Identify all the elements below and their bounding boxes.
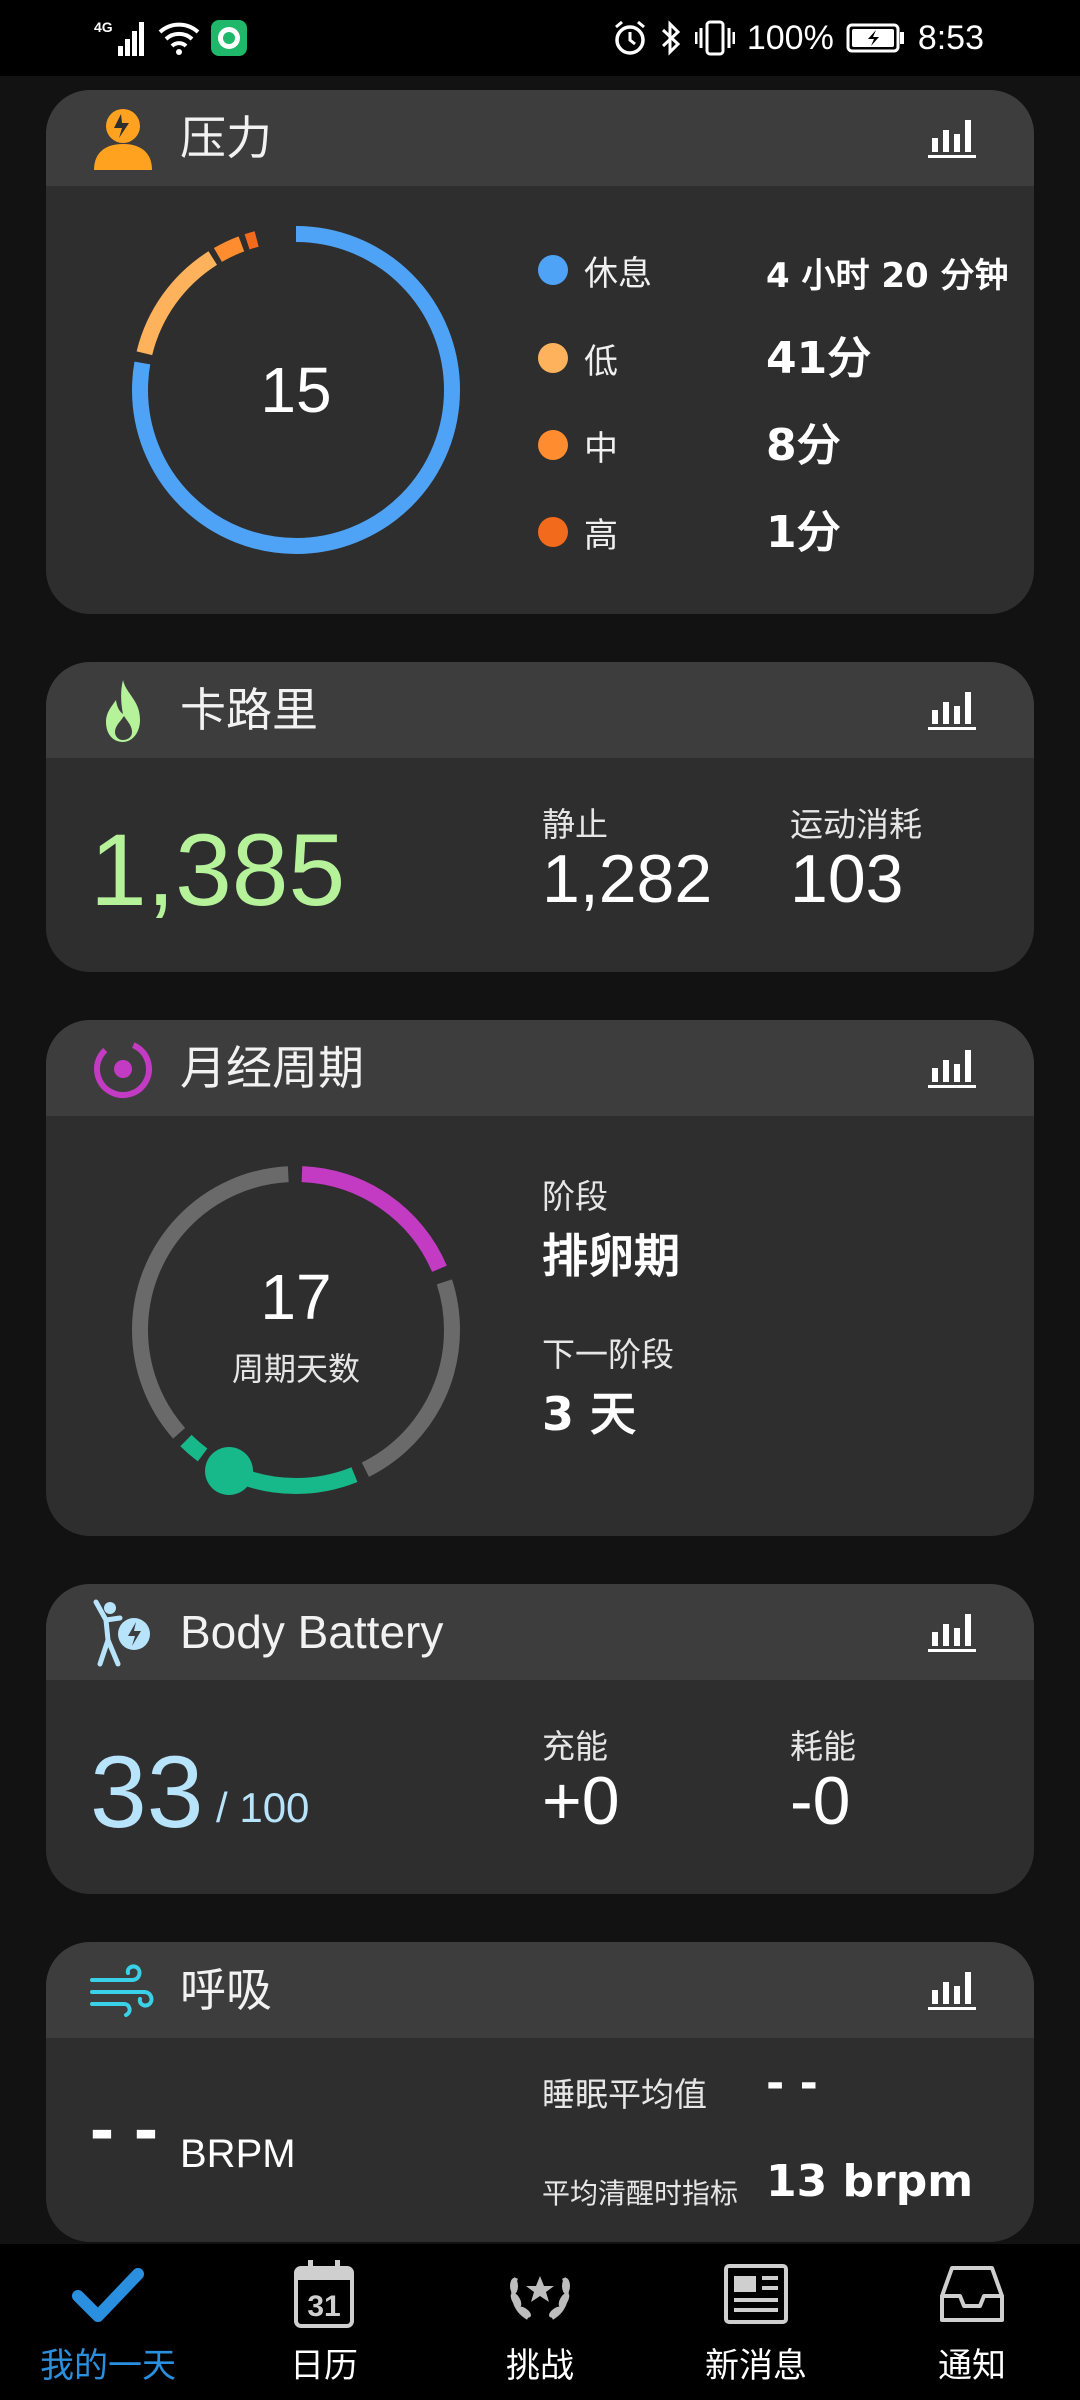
bluetooth-icon [661, 20, 681, 56]
low-label: 低 [584, 341, 618, 382]
svg-text:31: 31 [307, 2290, 340, 2323]
charged-value: +0 [542, 1763, 620, 1839]
body-battery-chart-icon[interactable] [926, 1608, 978, 1654]
nav-label-my-day: 我的一天 [40, 2346, 176, 2386]
body-battery-value: 33 [90, 1735, 204, 1849]
calendar-icon: 31 [294, 2260, 354, 2328]
bottom-nav: 我的一天 31 日历 挑战 新消息 通知 [0, 2244, 1080, 2400]
next-phase-value: 3 天 [542, 1387, 637, 1441]
calories-chart-icon[interactable] [926, 686, 978, 732]
respiration-chart-icon[interactable] [926, 1966, 978, 2012]
calories-title: 卡路里 [180, 683, 318, 737]
status-left: 4G [92, 16, 248, 60]
awake-avg-label: 平均清醒时指标 [542, 2177, 739, 2210]
stress-chart-icon[interactable] [926, 114, 978, 160]
medium-label: 中 [584, 428, 618, 469]
cycle-card[interactable]: 月经周期 17 周期天数 阶段 排卵期 下一阶段 3 天 [46, 1020, 1034, 1536]
stress-person-icon [94, 109, 152, 170]
stress-legend-rest: 休息 [538, 240, 652, 300]
nav-item-notifications[interactable]: 通知 [864, 2244, 1080, 2400]
nav-label-notifications: 通知 [938, 2346, 1006, 2386]
wind-icon [90, 1964, 154, 2017]
clock-time: 8:53 [917, 18, 984, 57]
high-dot [538, 517, 568, 547]
calories-card[interactable]: 卡路里 1,385 静止 1,282 运动消耗 103 [46, 662, 1034, 972]
phase-value: 排卵期 [542, 1229, 680, 1283]
awake-avg-value: 13 brpm [766, 2156, 974, 2207]
stress-legend-medium: 中 [538, 415, 618, 475]
nav-label-news: 新消息 [705, 2346, 807, 2386]
resting-value: 1,282 [542, 841, 713, 917]
low-dot [538, 343, 568, 373]
cycle-current-day-marker [205, 1447, 253, 1495]
stress-score: 15 [260, 354, 332, 426]
calories-total: 1,385 [90, 813, 346, 927]
nav-label-challenges: 挑战 [506, 2346, 574, 2386]
cycle-card-header: 月经周期 [46, 1020, 1034, 1116]
wifi-icon [158, 22, 200, 55]
app-notification-icon [211, 20, 247, 56]
nav-label-calendar: 日历 [290, 2346, 358, 2386]
sleep-avg-label: 睡眠平均值 [542, 2075, 707, 2114]
vibrate-icon [694, 20, 735, 56]
inbox-icon [940, 2266, 1004, 2322]
resting-label: 静止 [542, 805, 608, 844]
respiration-card[interactable]: 呼吸 - - BRPM 睡眠平均值 - - 平均清醒时指标 13 brpm [46, 1942, 1034, 2242]
body-battery-title: Body Battery [180, 1606, 444, 1658]
charged-label: 充能 [542, 1727, 608, 1766]
cycle-icon [94, 1040, 152, 1098]
cycle-title: 月经周期 [180, 1041, 364, 1095]
low-value: 41分 [766, 333, 872, 384]
body-battery-max: / 100 [216, 1784, 310, 1831]
checkmark-icon [72, 2268, 144, 2322]
drained-value: -0 [790, 1763, 851, 1839]
sleep-avg-value: - - [766, 2058, 818, 2109]
stress-legend-high: 高 [538, 502, 618, 562]
laurel-icon [510, 2276, 570, 2320]
rest-label: 休息 [584, 253, 652, 294]
medium-value: 8分 [766, 420, 841, 471]
respiration-title: 呼吸 [180, 1963, 272, 2017]
status-bar: 4G 100% 8:53 [0, 0, 1080, 76]
respiration-value: - - [90, 2089, 158, 2169]
cycle-day: 17 [260, 1261, 332, 1333]
high-label: 高 [584, 515, 618, 556]
alarm-icon [614, 20, 645, 55]
respiration-card-header: 呼吸 [46, 1942, 1034, 2038]
flame-icon [106, 680, 140, 742]
stress-card-header: 压力 [46, 90, 1034, 186]
active-label: 运动消耗 [790, 805, 922, 844]
nav-item-news[interactable]: 新消息 [648, 2244, 864, 2400]
high-value: 1分 [766, 507, 841, 558]
status-right: 100% 8:53 [613, 14, 984, 62]
stress-card[interactable]: 压力 15 休息 4 小时 20 分钟 低 41分 中 8分 高 1分 [46, 90, 1034, 614]
rest-dot [538, 255, 568, 285]
phase-label: 阶段 [542, 1177, 608, 1216]
respiration-unit: BRPM [180, 2132, 296, 2176]
nav-item-my-day[interactable]: 我的一天 [0, 2244, 216, 2400]
svg-text:4G: 4G [94, 19, 113, 35]
nav-item-calendar[interactable]: 31 日历 [216, 2244, 432, 2400]
active-value: 103 [790, 841, 904, 917]
calories-card-header: 卡路里 [46, 662, 1034, 758]
newspaper-icon [724, 2264, 788, 2324]
signal-icon: 4G [94, 19, 144, 56]
nav-item-challenges[interactable]: 挑战 [432, 2244, 648, 2400]
next-phase-label: 下一阶段 [542, 1335, 674, 1374]
battery-charging-icon [846, 23, 904, 53]
battery-percent: 100% [746, 18, 834, 57]
body-battery-icon [93, 1599, 150, 1667]
drained-label: 耗能 [790, 1727, 856, 1766]
stress-legend-low: 低 [538, 328, 618, 388]
body-battery-card[interactable]: Body Battery 33 / 100 充能 +0 耗能 -0 [46, 1584, 1034, 1894]
rest-value: 4 小时 20 分钟 [766, 256, 1009, 296]
stress-title: 压力 [180, 111, 272, 165]
cycle-day-label: 周期天数 [231, 1350, 360, 1388]
body-battery-card-header: Body Battery [46, 1584, 1034, 1680]
medium-dot [538, 430, 568, 460]
cycle-chart-icon[interactable] [926, 1044, 978, 1090]
